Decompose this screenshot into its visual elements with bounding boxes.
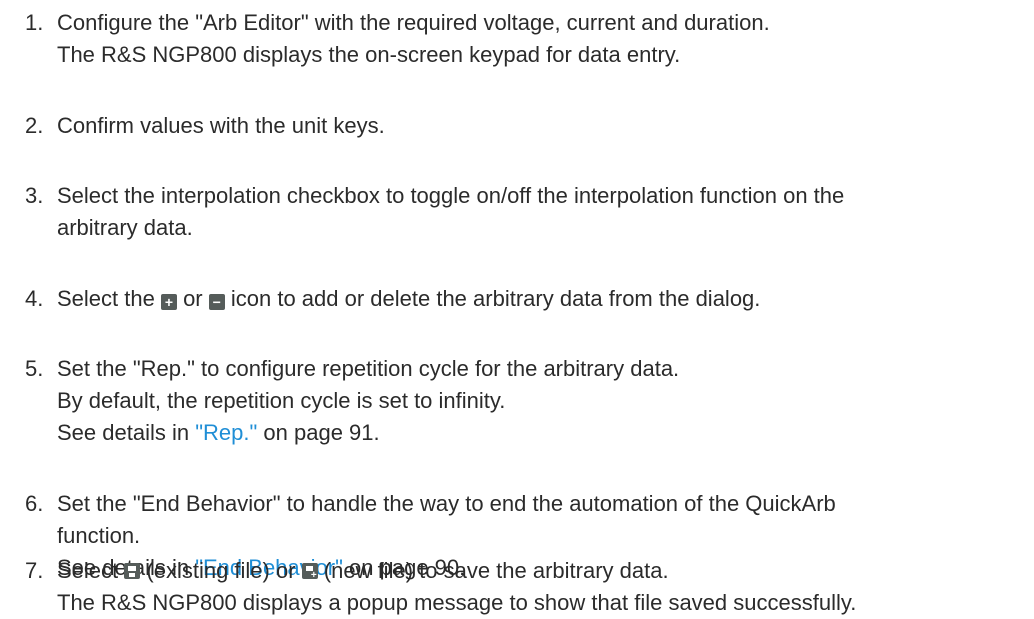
step-number: 7. — [25, 558, 44, 583]
step-text: Set the "End Behavior" to handle the way… — [57, 491, 836, 516]
step-text-pre: Select — [57, 558, 125, 583]
step-result: The R&S NGP800 displays the on-screen ke… — [57, 42, 681, 67]
save-existing-file-icon — [124, 563, 141, 579]
step-text: Select (existing file) or (new file) to … — [57, 555, 1020, 587]
step-text: Configure the "Arb Editor" with the requ… — [57, 10, 770, 35]
step-text-cont: arbitrary data. — [57, 215, 193, 240]
step-see-details: See details in "Rep." on page 91. — [57, 417, 1020, 449]
step-text-cont: function. — [57, 523, 141, 548]
step-text-pre: Select the — [57, 286, 161, 311]
step-note: By default, the repetition cycle is set … — [57, 388, 506, 413]
step-text-mid: or — [176, 286, 209, 311]
step-5: 5. Set the "Rep." to configure repetitio… — [0, 353, 1020, 449]
rep-link[interactable]: "Rep." — [195, 420, 257, 445]
step-number: 4. — [25, 286, 44, 311]
step-result: The R&S NGP800 displays a popup message … — [57, 590, 857, 615]
step-text-post: icon to add or delete the arbitrary data… — [224, 286, 761, 311]
step-3: 3. Select the interpolation checkbox to … — [0, 180, 1020, 244]
save-new-file-icon — [301, 563, 318, 581]
step-1: 1. Configure the "Arb Editor" with the r… — [0, 7, 1020, 71]
step-number: 5. — [25, 356, 44, 381]
step-text-post: (new file) to save the arbitrary data. — [317, 558, 669, 583]
step-4: 4. Select the + or − icon to add or dele… — [0, 283, 1020, 315]
step-7: 7. Select (existing file) or (new file) … — [0, 555, 1020, 619]
step-text-mid: (existing file) or — [140, 558, 302, 583]
step-number: 2. — [25, 113, 44, 138]
step-text: Set the "Rep." to configure repetition c… — [57, 356, 680, 381]
plus-icon: + — [160, 294, 177, 310]
step-text: Confirm values with the unit keys. — [57, 113, 385, 138]
step-number: 3. — [25, 183, 44, 208]
step-2: 2. Confirm values with the unit keys. — [0, 110, 1020, 142]
see-details-pre: See details in — [57, 420, 196, 445]
see-details-post: on page 91. — [257, 420, 380, 445]
step-text: Select the interpolation checkbox to tog… — [57, 183, 845, 208]
step-text: Select the + or − icon to add or delete … — [57, 283, 1020, 315]
step-number: 6. — [25, 491, 44, 516]
minus-icon: − — [208, 294, 225, 310]
step-number: 1. — [25, 10, 44, 35]
